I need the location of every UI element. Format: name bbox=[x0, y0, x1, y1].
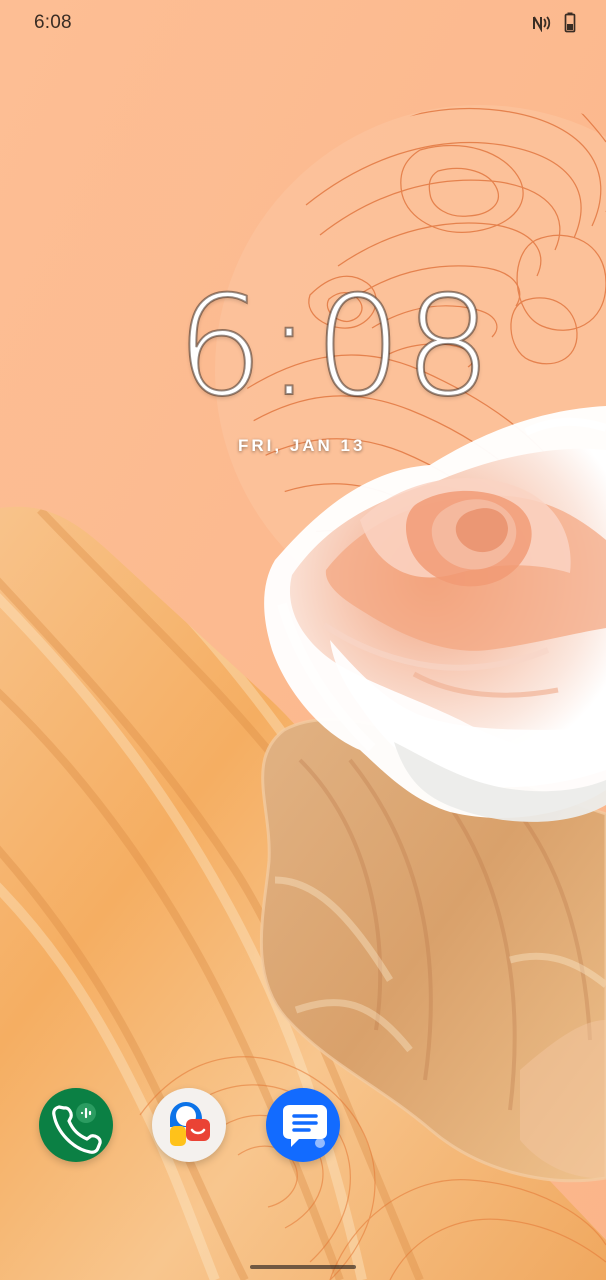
messages-app-icon[interactable] bbox=[266, 1088, 340, 1162]
contacts-app-icon[interactable] bbox=[152, 1088, 226, 1162]
phone-icon bbox=[52, 1103, 102, 1154]
status-icons bbox=[532, 12, 576, 33]
lock-screen-clock: 6:08 bbox=[175, 266, 494, 427]
status-time: 6:08 bbox=[34, 12, 72, 33]
phone-app-icon[interactable] bbox=[39, 1088, 113, 1162]
messages-icon bbox=[283, 1105, 327, 1148]
app-dock bbox=[0, 1086, 606, 1168]
status-bar: 6:08 bbox=[0, 0, 606, 48]
battery-icon bbox=[564, 12, 576, 33]
home-gesture-handle[interactable] bbox=[250, 1265, 356, 1269]
android-lock-screen: 6:08 6:08 FRI, JAN 13 bbox=[0, 0, 606, 1280]
contacts-icon bbox=[170, 1102, 210, 1146]
nfc-icon bbox=[533, 15, 551, 32]
lock-screen-date: FRI, JAN 13 bbox=[238, 436, 366, 455]
